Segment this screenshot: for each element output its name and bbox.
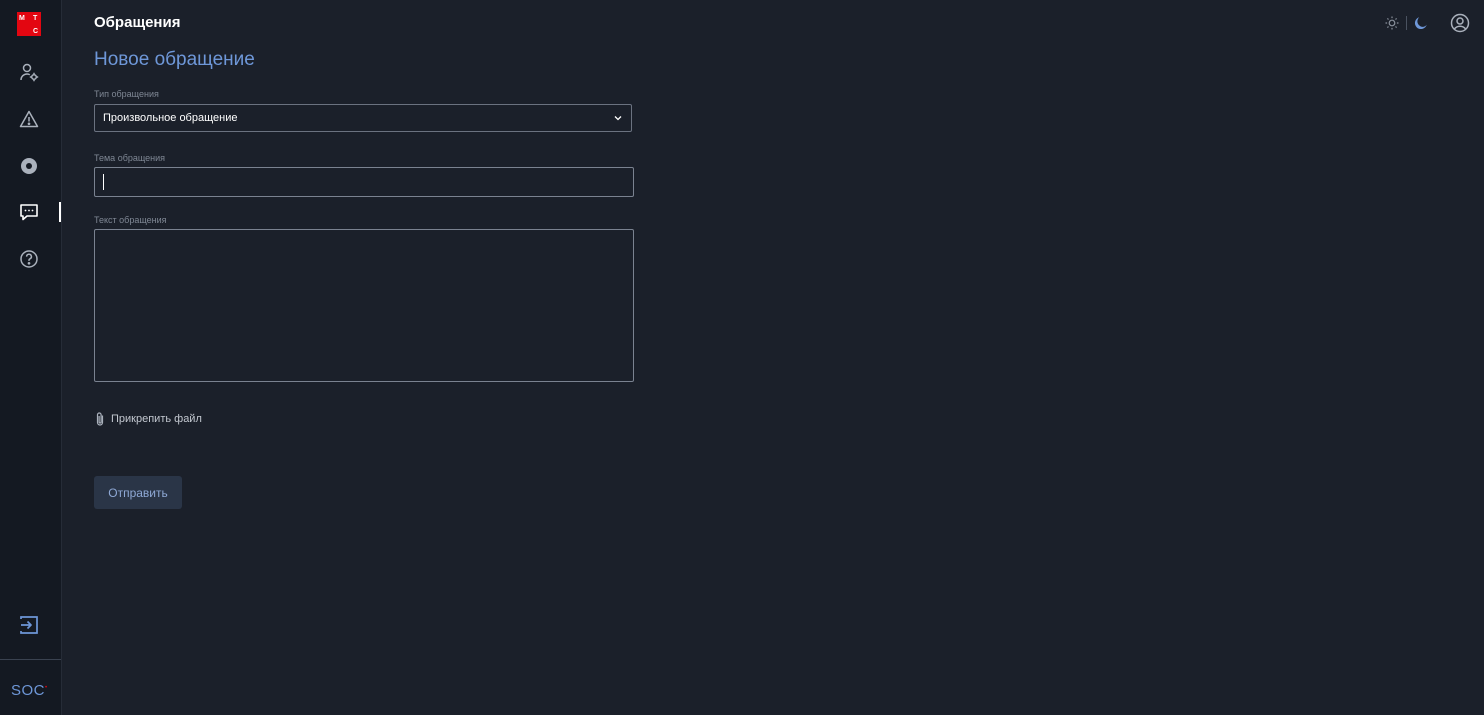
logo-letter-1: М xyxy=(19,15,25,22)
question-circle-icon xyxy=(20,250,38,268)
warning-triangle-icon xyxy=(19,110,39,128)
form-heading: Новое обращение xyxy=(94,49,255,70)
text-label: Текст обращения xyxy=(94,215,167,225)
sidebar-item-monitoring[interactable] xyxy=(16,153,42,179)
attach-file-label: Прикрепить файл xyxy=(111,413,202,425)
theme-separator xyxy=(1406,16,1407,30)
logo-letter-2: Т xyxy=(33,15,38,22)
chat-bubble-icon xyxy=(20,204,38,221)
user-circle-icon[interactable] xyxy=(1450,13,1470,33)
type-label: Тип обращения xyxy=(94,89,159,99)
header-actions xyxy=(1385,12,1470,34)
active-indicator xyxy=(59,202,61,222)
mts-logo[interactable]: М Т С xyxy=(17,12,41,36)
logout-button[interactable] xyxy=(16,612,42,638)
submit-button[interactable]: Отправить xyxy=(94,476,182,509)
page-title: Обращения xyxy=(94,14,181,31)
sidebar-item-incidents[interactable] xyxy=(16,106,42,132)
subject-input[interactable] xyxy=(94,167,634,197)
sidebar-item-users-settings[interactable] xyxy=(16,59,42,85)
user-gear-icon xyxy=(20,63,39,82)
paperclip-icon xyxy=(96,412,104,426)
type-select-value: Произвольное обращение xyxy=(103,112,238,124)
soc-mark: • xyxy=(45,685,48,691)
sun-icon[interactable] xyxy=(1385,16,1399,30)
moon-icon[interactable] xyxy=(1414,16,1428,30)
logo-letter-3: С xyxy=(33,28,39,35)
soc-logo: SOC• xyxy=(11,682,48,699)
subject-label: Тема обращения xyxy=(94,153,166,163)
soc-label: SOC xyxy=(11,682,46,699)
chevron-down-icon xyxy=(614,116,622,121)
theme-toggle[interactable] xyxy=(1385,16,1428,30)
sidebar-item-requests[interactable] xyxy=(16,199,42,225)
sidebar-divider xyxy=(0,659,61,660)
sidebar: М Т С SOC• xyxy=(0,0,62,715)
attach-file-button[interactable]: Прикрепить файл xyxy=(94,411,202,427)
logout-icon xyxy=(20,616,38,634)
message-textarea[interactable] xyxy=(94,229,634,382)
sidebar-item-help[interactable] xyxy=(16,246,42,272)
target-circle-icon xyxy=(21,158,37,174)
text-cursor xyxy=(103,174,104,190)
type-select[interactable]: Произвольное обращение xyxy=(94,104,632,132)
